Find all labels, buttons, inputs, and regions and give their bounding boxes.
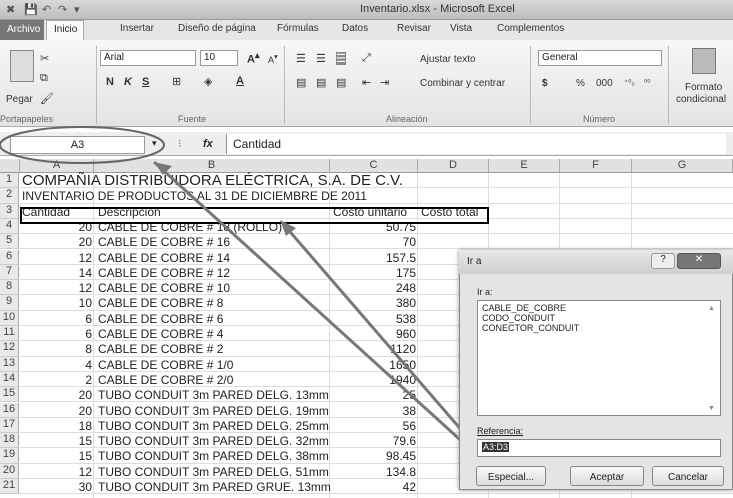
close-button[interactable]: ✕ [677, 253, 721, 269]
help-button[interactable]: ? [651, 253, 675, 269]
reference-input[interactable]: A3:D3 [477, 439, 721, 457]
arrow-head-icon [280, 220, 296, 236]
list-item[interactable]: CABLE_DE_COBRE [482, 303, 716, 313]
name-box-highlight-oval [0, 126, 165, 164]
goto-list[interactable]: CABLE_DE_COBRE CODO_CONDUIT CONECTOR_CON… [477, 300, 721, 416]
list-item[interactable]: CONECTOR_CONDUIT [482, 323, 716, 333]
reference-value: A3:D3 [482, 442, 510, 452]
scroll-up-icon[interactable]: ▲ [708, 305, 715, 312]
arrow-to-selection [283, 225, 472, 441]
arrow-head-icon [154, 162, 172, 175]
cancel-button[interactable]: Cancelar [652, 466, 724, 486]
list-item[interactable]: CODO_CONDUIT [482, 313, 716, 323]
scroll-down-icon[interactable]: ▼ [708, 405, 715, 412]
dialog-titlebar: Ir a ? ✕ [459, 250, 733, 274]
reference-label: Referencia: [477, 426, 524, 436]
dialog-title: Ir a [467, 256, 482, 267]
arrow-to-name-box [152, 160, 469, 448]
special-button[interactable]: Especial... [476, 466, 546, 486]
goto-list-label: Ir a: [477, 287, 493, 297]
ok-button[interactable]: Aceptar [570, 466, 644, 486]
